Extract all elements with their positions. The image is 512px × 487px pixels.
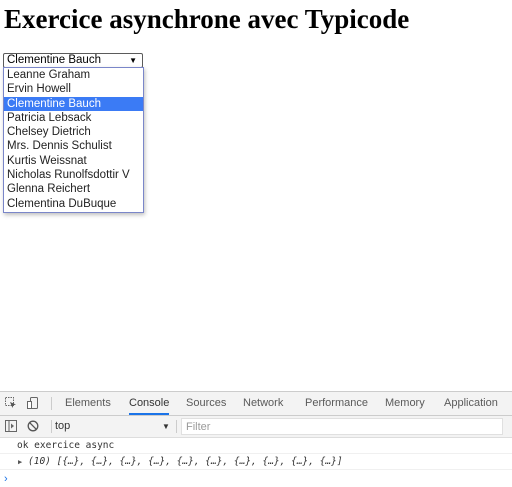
tab-elements[interactable]: Elements bbox=[65, 392, 111, 415]
tab-console[interactable]: Console bbox=[129, 392, 170, 415]
console-log-text: ok exercice async bbox=[17, 440, 115, 451]
tab-application[interactable]: Application bbox=[444, 392, 498, 415]
page-title: Exercice asynchrone avec Typicode bbox=[4, 4, 410, 34]
tab-network[interactable]: Network bbox=[243, 392, 283, 415]
toolbar-divider bbox=[51, 397, 52, 410]
devtools-panel: Elements Console Sources Network Perform… bbox=[0, 391, 512, 487]
console-log-array[interactable]: ▶ (10) [{…}, {…}, {…}, {…}, {…}, {…}, {…… bbox=[0, 454, 512, 470]
dropdown-option[interactable]: Patricia Lebsack bbox=[4, 111, 143, 125]
dropdown-option-selected[interactable]: Clementine Bauch bbox=[4, 96, 143, 111]
dropdown-option[interactable]: Glenna Reichert bbox=[4, 182, 143, 196]
expand-triangle-icon[interactable]: ▶ bbox=[18, 454, 22, 470]
toolbar-divider bbox=[176, 420, 177, 433]
console-toolbar: top ▼ bbox=[0, 416, 512, 438]
device-toolbar-icon[interactable] bbox=[27, 397, 39, 409]
console-output: ok exercice async ▶ (10) [{…}, {…}, {…},… bbox=[0, 438, 512, 487]
console-array-preview: (10) [{…}, {…}, {…}, {…}, {…}, {…}, {…},… bbox=[28, 456, 343, 467]
user-select-value: Clementine Bauch bbox=[7, 54, 101, 66]
console-log-line: ok exercice async bbox=[0, 438, 512, 454]
console-sidebar-icon[interactable] bbox=[5, 420, 17, 432]
user-dropdown-list: Leanne Graham Ervin Howell Clementine Ba… bbox=[3, 67, 144, 213]
toolbar-divider bbox=[51, 420, 52, 433]
dropdown-option[interactable]: Nicholas Runolfsdottir V bbox=[4, 168, 143, 182]
clear-console-icon[interactable] bbox=[27, 420, 39, 432]
tab-memory[interactable]: Memory bbox=[385, 392, 425, 415]
dropdown-option[interactable]: Ervin Howell bbox=[4, 82, 143, 96]
tab-sources[interactable]: Sources bbox=[186, 392, 226, 415]
dropdown-option[interactable]: Chelsey Dietrich bbox=[4, 125, 143, 139]
dropdown-option[interactable]: Mrs. Dennis Schulist bbox=[4, 139, 143, 153]
console-prompt-icon[interactable]: › bbox=[4, 472, 8, 486]
inspect-element-icon[interactable] bbox=[5, 397, 17, 409]
dropdown-arrow-icon: ▼ bbox=[129, 56, 137, 65]
console-filter-input[interactable] bbox=[181, 418, 503, 435]
user-select[interactable]: Clementine Bauch ▼ bbox=[3, 53, 143, 68]
dropdown-option[interactable]: Leanne Graham bbox=[4, 68, 143, 82]
context-selector[interactable]: top bbox=[55, 416, 70, 437]
devtools-tab-bar: Elements Console Sources Network Perform… bbox=[0, 392, 512, 416]
dropdown-option[interactable]: Clementina DuBuque bbox=[4, 197, 143, 211]
dropdown-arrow-icon[interactable]: ▼ bbox=[162, 416, 170, 437]
dropdown-option[interactable]: Kurtis Weissnat bbox=[4, 154, 143, 168]
tab-performance[interactable]: Performance bbox=[305, 392, 368, 415]
